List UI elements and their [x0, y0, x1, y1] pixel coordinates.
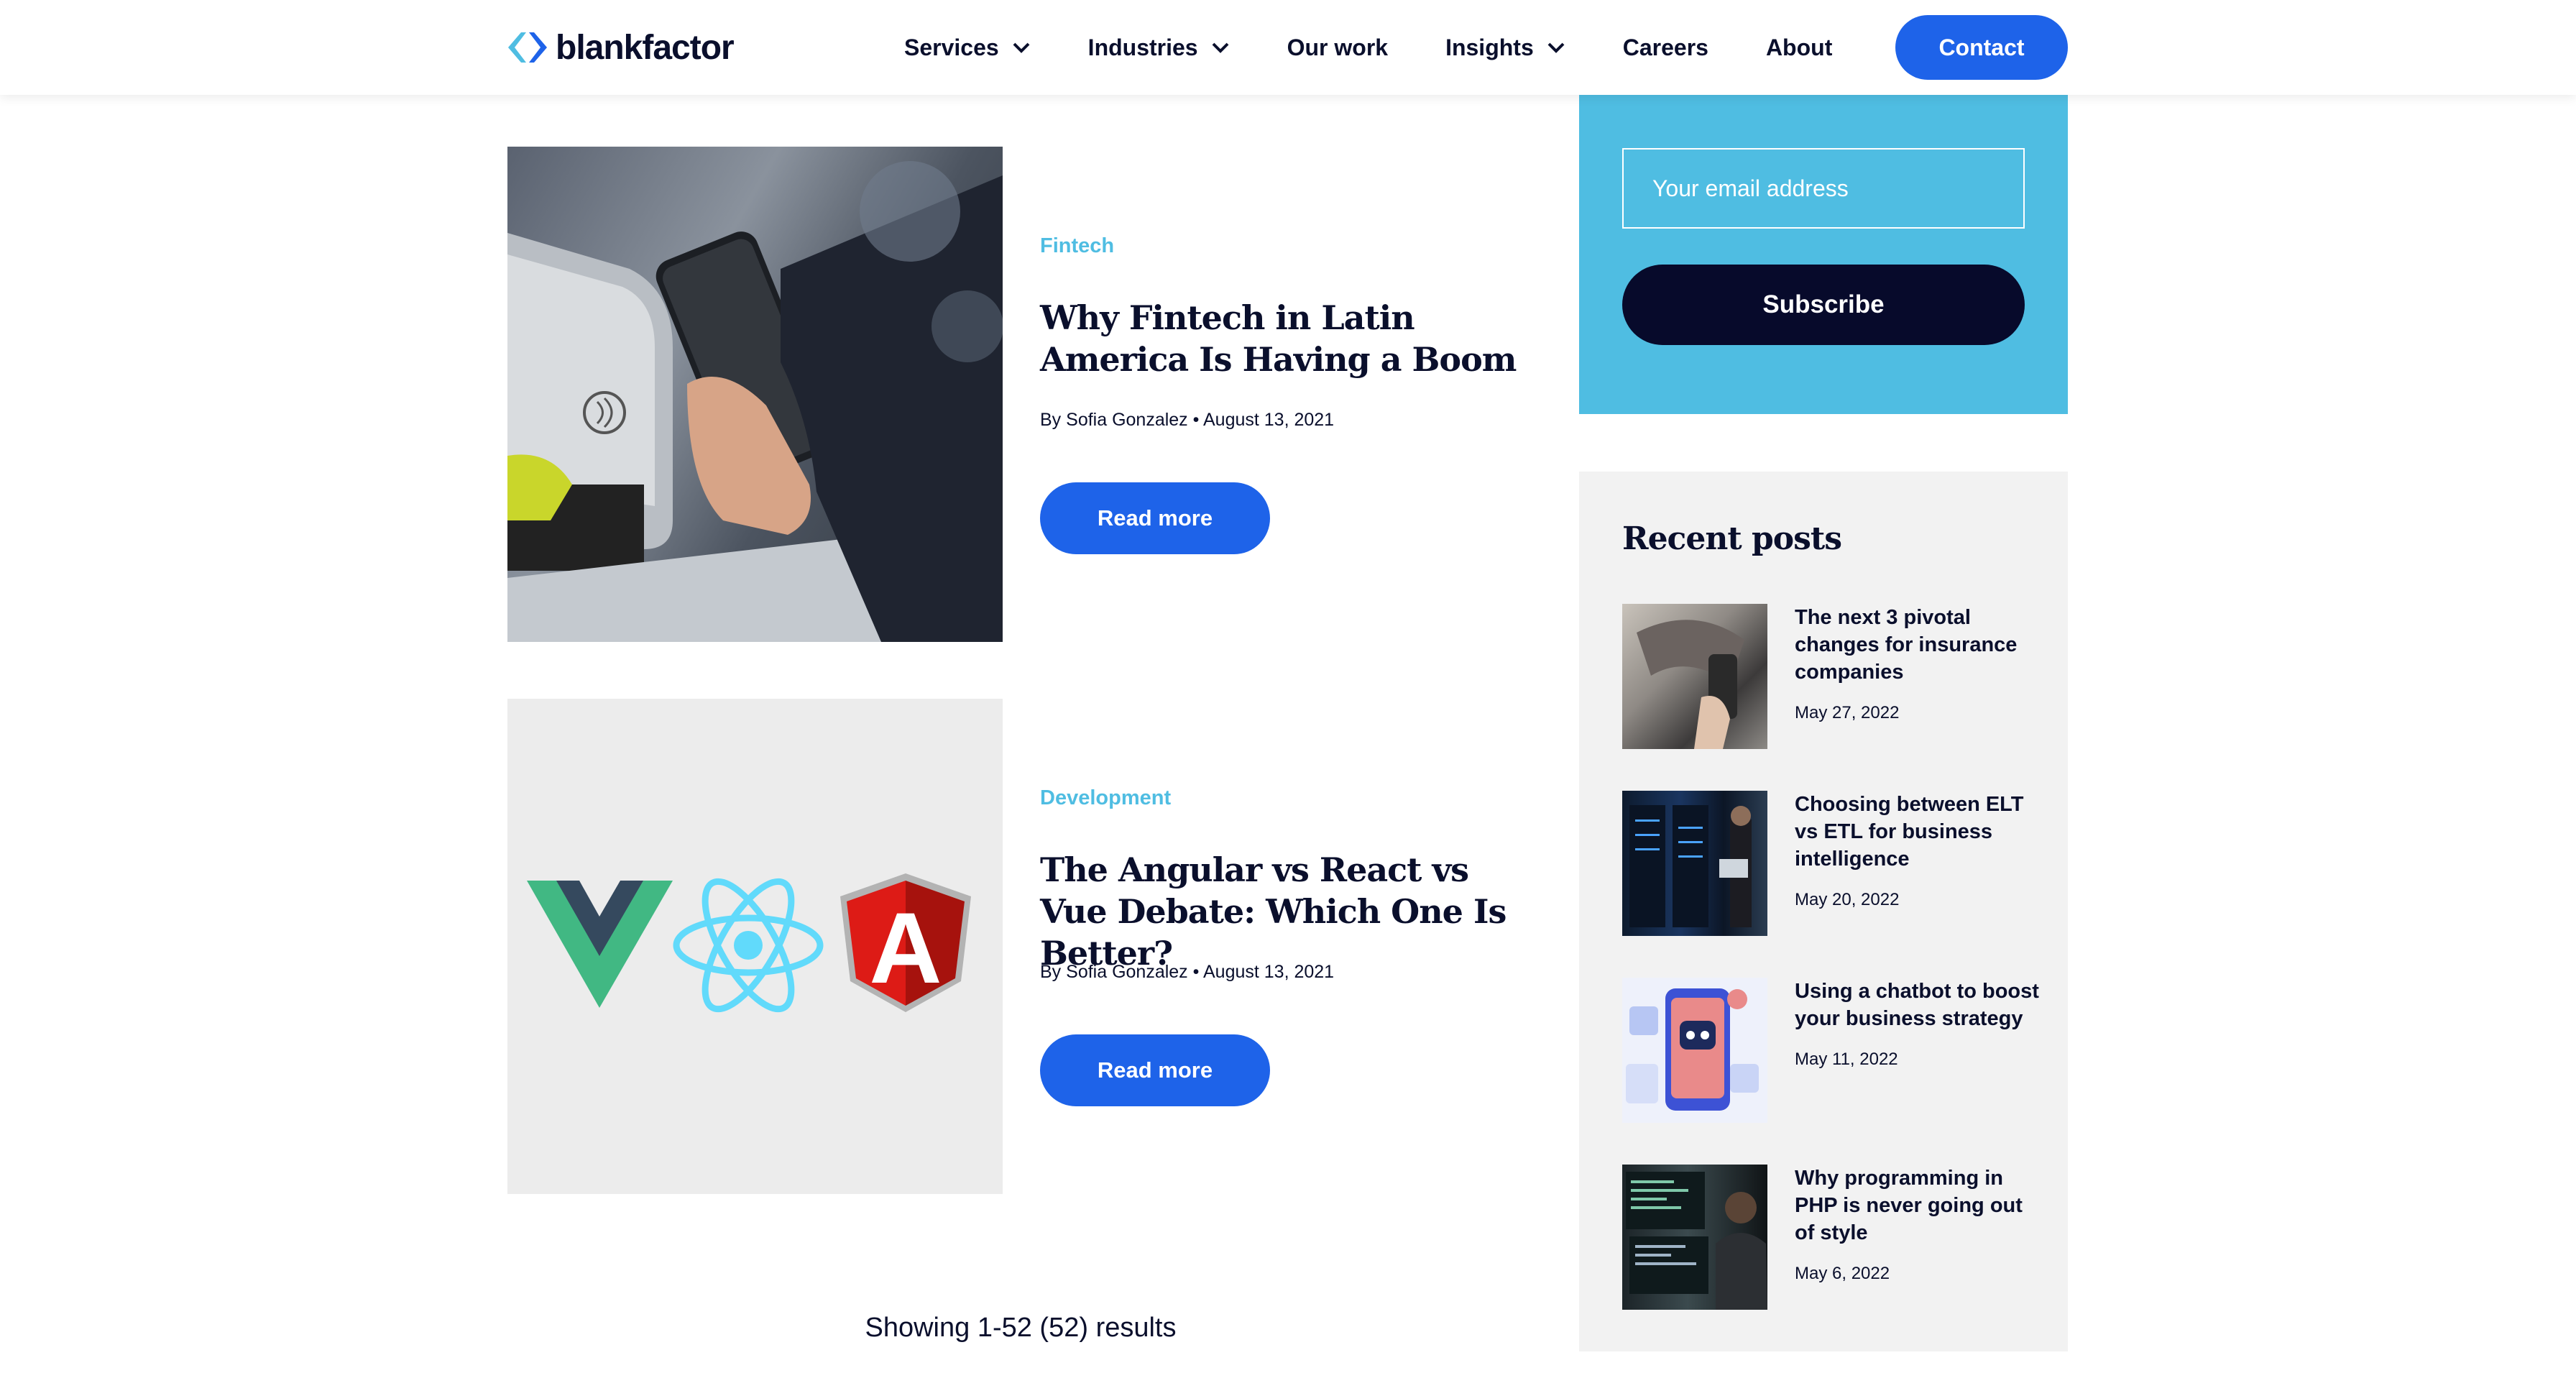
nav-insights[interactable]: Insights: [1445, 35, 1565, 61]
article-date: August 13, 2021: [1202, 962, 1335, 982]
subscribe-button[interactable]: Subscribe: [1622, 265, 2025, 345]
nav-label: Insights: [1445, 34, 1534, 60]
angular-letter: A: [869, 891, 942, 1004]
article-byline: By Sofia Gonzalez • August 13, 2021: [1040, 410, 1334, 431]
vue-react-angular-logos-icon: A: [527, 873, 971, 1013]
nav-careers[interactable]: Careers: [1623, 35, 1708, 61]
recent-post-text: Why programming in PHP is never going ou…: [1795, 1165, 2039, 1284]
recent-post-date: May 6, 2022: [1795, 1264, 1890, 1283]
nav-about[interactable]: About: [1766, 35, 1832, 61]
site-header: blankfactor Services Industries Our work…: [0, 0, 2576, 95]
recent-post-date: May 27, 2022: [1795, 703, 1900, 722]
article-image-fintech[interactable]: [507, 147, 1003, 642]
article-date: August 13, 2021: [1202, 410, 1335, 430]
chevron-down-icon: [1212, 42, 1229, 53]
nav-label: Industries: [1087, 34, 1198, 60]
logo-text: blankfactor: [556, 28, 735, 67]
page: blankfactor Services Industries Our work…: [0, 0, 2576, 1396]
recent-post-thumbnail[interactable]: [1622, 604, 1767, 749]
recent-post-thumbnail[interactable]: [1622, 978, 1767, 1123]
recent-post-title[interactable]: Choosing between ELT vs ETL for business…: [1795, 791, 2039, 873]
recent-post-text: The next 3 pivotal changes for insurance…: [1795, 604, 2039, 723]
read-more-button[interactable]: Read more: [1040, 482, 1270, 554]
nav-label: About: [1765, 34, 1833, 60]
contactless-payment-photo-icon: [507, 161, 1003, 642]
recent-post-thumbnail[interactable]: [1622, 791, 1767, 936]
recent-post-title[interactable]: The next 3 pivotal changes for insurance…: [1795, 604, 2039, 686]
phone-photo-icon: [1637, 620, 1744, 749]
email-input[interactable]: [1622, 148, 2025, 229]
chatbot-illustration-icon: [1626, 988, 1759, 1111]
article-title[interactable]: The Angular vs React vs Vue Debate: Whic…: [1040, 849, 1543, 974]
programmer-screens-photo-icon: [1626, 1172, 1767, 1310]
recent-posts-panel: Recent posts The next 3 pivotal changes …: [1579, 472, 2068, 1351]
logo[interactable]: blankfactor: [507, 28, 735, 67]
nav-services[interactable]: Services: [904, 35, 1031, 61]
chevron-down-icon: [1013, 42, 1030, 53]
nav-label: Services: [904, 34, 999, 60]
main-nav: Services Industries Our work Insights Ca…: [904, 29, 1890, 66]
results-count: Showing 1-52 (52) results: [865, 1313, 1177, 1343]
article-byline: By Sofia Gonzalez • August 13, 2021: [1040, 962, 1334, 983]
recent-post-date: May 20, 2022: [1795, 890, 1900, 909]
contact-button[interactable]: Contact: [1895, 15, 2068, 80]
byline-prefix: By: [1040, 410, 1062, 430]
server-room-photo-icon: [1629, 805, 1752, 927]
byline-separator: •: [1192, 410, 1200, 430]
author-name[interactable]: Sofia Gonzalez: [1066, 410, 1188, 430]
article-category[interactable]: Fintech: [1040, 234, 1114, 258]
article-title[interactable]: Why Fintech in Latin America Is Having a…: [1040, 297, 1543, 380]
author-name[interactable]: Sofia Gonzalez: [1066, 962, 1188, 982]
newsletter-box: Subscribe: [1579, 95, 2068, 414]
recent-post-title[interactable]: Using a chatbot to boost your business s…: [1795, 978, 2039, 1032]
article-category[interactable]: Development: [1040, 786, 1171, 810]
recent-post-text: Using a chatbot to boost your business s…: [1795, 978, 2039, 1070]
read-more-button[interactable]: Read more: [1040, 1034, 1270, 1106]
recent-post-item[interactable]: Using a chatbot to boost your business s…: [1622, 978, 2039, 1123]
nav-industries[interactable]: Industries: [1088, 35, 1230, 61]
recent-post-item[interactable]: The next 3 pivotal changes for insurance…: [1622, 604, 2039, 749]
recent-post-thumbnail[interactable]: [1622, 1165, 1767, 1310]
recent-post-item[interactable]: Why programming in PHP is never going ou…: [1622, 1165, 2039, 1310]
chevron-down-icon: [1547, 42, 1565, 53]
recent-post-date: May 11, 2022: [1795, 1050, 1898, 1069]
nav-label: Our work: [1287, 34, 1389, 60]
nav-our-work[interactable]: Our work: [1287, 35, 1388, 61]
byline-prefix: By: [1040, 962, 1062, 982]
recent-post-title[interactable]: Why programming in PHP is never going ou…: [1795, 1165, 2039, 1246]
article-image-development[interactable]: A: [507, 699, 1003, 1194]
blankfactor-logo-icon: [508, 32, 547, 63]
recent-posts-title: Recent posts: [1622, 520, 1842, 557]
recent-post-text: Choosing between ELT vs ETL for business…: [1795, 791, 2039, 910]
byline-separator: •: [1192, 962, 1200, 982]
recent-post-item[interactable]: Choosing between ELT vs ETL for business…: [1622, 791, 2039, 936]
nav-label: Careers: [1622, 34, 1708, 60]
